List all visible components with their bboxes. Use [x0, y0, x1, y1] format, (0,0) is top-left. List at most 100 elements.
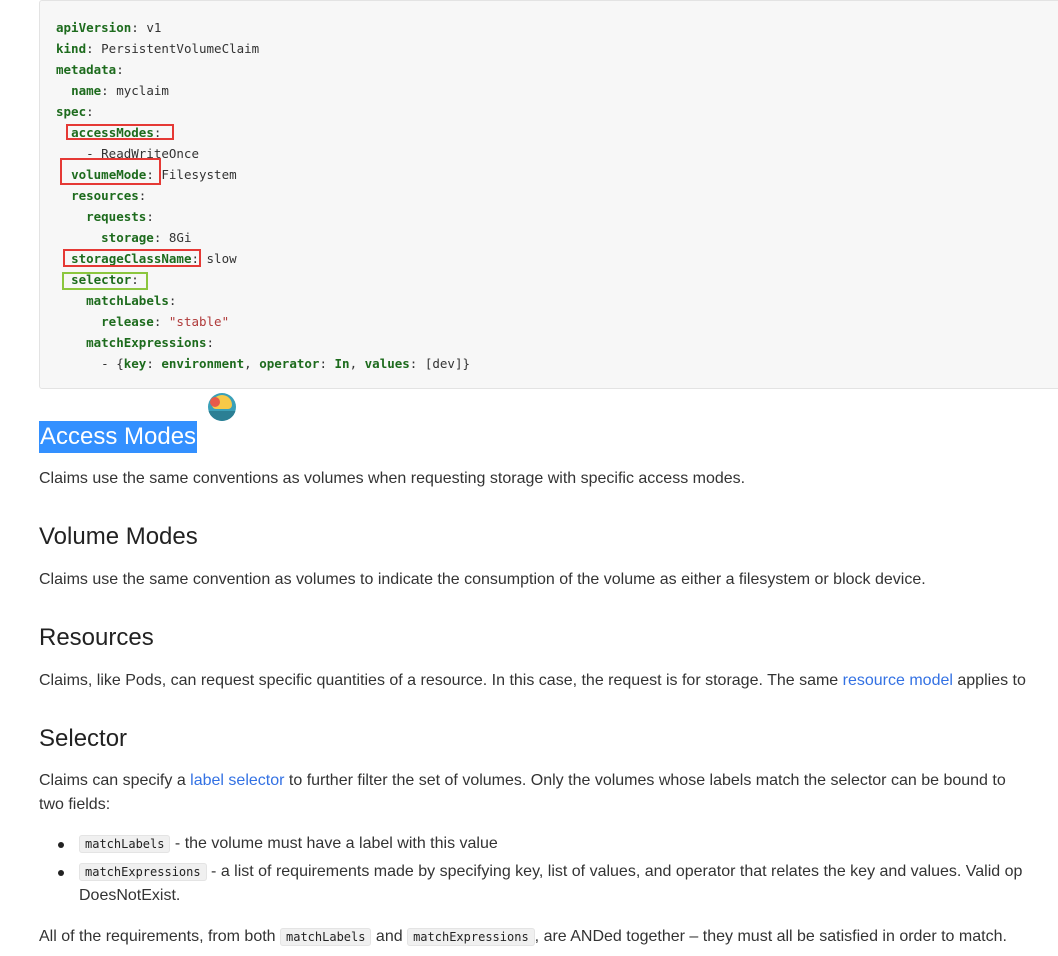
selector-text-line2: two fields: [39, 796, 111, 813]
code-line: kind: PersistentVolumeClaim [56, 41, 259, 56]
code-key: requests [86, 209, 147, 224]
code-key: storage [101, 230, 154, 245]
code-line: requests: [56, 209, 154, 224]
volume-modes-text: Claims use the same convention as volume… [39, 571, 926, 588]
code-line: - ReadWriteOnce [56, 146, 199, 161]
access-modes-text: Claims use the same conventions as volum… [39, 470, 746, 487]
heading-access-modes: Access Modes [39, 421, 198, 453]
code-text: : [131, 272, 139, 287]
selector-text-before: Claims can specify a [39, 772, 191, 789]
code-key: operator [259, 356, 320, 371]
code-key: selector [71, 272, 132, 287]
code-text: : [146, 209, 154, 224]
code-line: release: "stable" [56, 314, 229, 329]
code-key: apiVersion [56, 20, 132, 35]
list-item-text-line2: DoesNotExist. [79, 887, 181, 904]
inline-code: matchExpressions [407, 928, 535, 946]
code-text: : PersistentVolumeClaim [86, 41, 260, 56]
code-line: accessModes: [56, 125, 161, 140]
code-key: volumeMode [71, 167, 147, 182]
code-text: - ReadWriteOnce [56, 146, 199, 161]
code-text: : [319, 356, 335, 371]
code-line: selector: [56, 272, 139, 287]
code-string: "stable" [168, 314, 230, 329]
selector-text-after: to further filter the set of volumes. On… [284, 772, 1006, 789]
code-key: environment [161, 356, 245, 371]
code-key: values [364, 356, 410, 371]
resource-model-link[interactable]: resource model [843, 672, 953, 689]
code-line: spec: [56, 104, 94, 119]
code-line: matchExpressions: [56, 335, 214, 350]
code-key: key [123, 356, 147, 371]
code-text: : [86, 104, 94, 119]
requirements-footer-text: All of the requirements, from both match… [39, 925, 1007, 949]
code-key: kind [56, 41, 87, 56]
footer-text-mid: and [371, 928, 408, 945]
code-text: : [168, 293, 177, 308]
code-key: storageClassName [71, 251, 192, 266]
code-text: : [153, 125, 162, 140]
resources-text: Claims, like Pods, can request specific … [39, 669, 1026, 693]
code-text: , [349, 356, 365, 371]
code-text: : [116, 62, 124, 77]
selector-text: Claims can specify a label selector to f… [39, 769, 1006, 793]
code-line: name: myclaim [56, 83, 169, 98]
code-key: In [334, 356, 350, 371]
code-line: apiVersion: v1 [56, 20, 161, 35]
footer-text-before: All of the requirements, from both [39, 928, 280, 945]
code-key: matchLabels [86, 293, 169, 308]
yaml-code: apiVersion: v1 kind: PersistentVolumeCla… [56, 17, 470, 374]
code-key: accessModes [71, 125, 154, 140]
code-line: - {key: environment, operator: In, value… [56, 356, 470, 371]
code-text: : slow [191, 251, 237, 266]
code-text: : [138, 188, 147, 203]
code-key: name [71, 83, 102, 98]
heading-selector: Selector [39, 725, 128, 752]
list-item: matchLabels - the volume must have a lab… [58, 832, 1058, 856]
code-text: : [146, 356, 162, 371]
code-text: - { [56, 356, 124, 371]
code-line: resources: [56, 188, 146, 203]
code-key: release [101, 314, 154, 329]
code-text: : [206, 335, 215, 350]
code-text: : myclaim [101, 83, 169, 98]
code-key: metadata [56, 62, 117, 77]
list-item-text: - a list of requirements made by specify… [206, 863, 1023, 880]
code-line: volumeMode: Filesystem [56, 167, 237, 182]
code-text: : v1 [131, 20, 162, 35]
label-selector-link[interactable]: label selector [190, 772, 284, 789]
cursor-emoji-icon [208, 393, 236, 421]
code-key: resources [71, 188, 139, 203]
code-text: , [244, 356, 260, 371]
code-key: spec [56, 104, 87, 119]
code-line: storage: 8Gi [56, 230, 191, 245]
inline-code: matchLabels [79, 835, 171, 853]
code-key: matchExpressions [86, 335, 207, 350]
list-item: matchExpressions - a list of requirement… [58, 860, 1058, 908]
heading-volume-modes: Volume Modes [39, 523, 198, 550]
inline-code: matchExpressions [79, 863, 207, 881]
list-item-text: - the volume must have a label with this… [170, 835, 498, 852]
yaml-code-block: apiVersion: v1 kind: PersistentVolumeCla… [39, 0, 1058, 389]
heading-resources: Resources [39, 624, 154, 651]
code-line: storageClassName: slow [56, 251, 237, 266]
selector-fields-list: matchLabels - the volume must have a lab… [39, 832, 1058, 912]
code-text: : [153, 314, 169, 329]
footer-text-after: , are ANDed together – they must all be … [534, 928, 1007, 945]
resources-text-after: applies to [952, 672, 1026, 689]
resources-text-before: Claims, like Pods, can request specific … [39, 672, 843, 689]
code-text: : 8Gi [153, 230, 192, 245]
code-text: : [dev]} [409, 356, 471, 371]
inline-code: matchLabels [280, 928, 372, 946]
